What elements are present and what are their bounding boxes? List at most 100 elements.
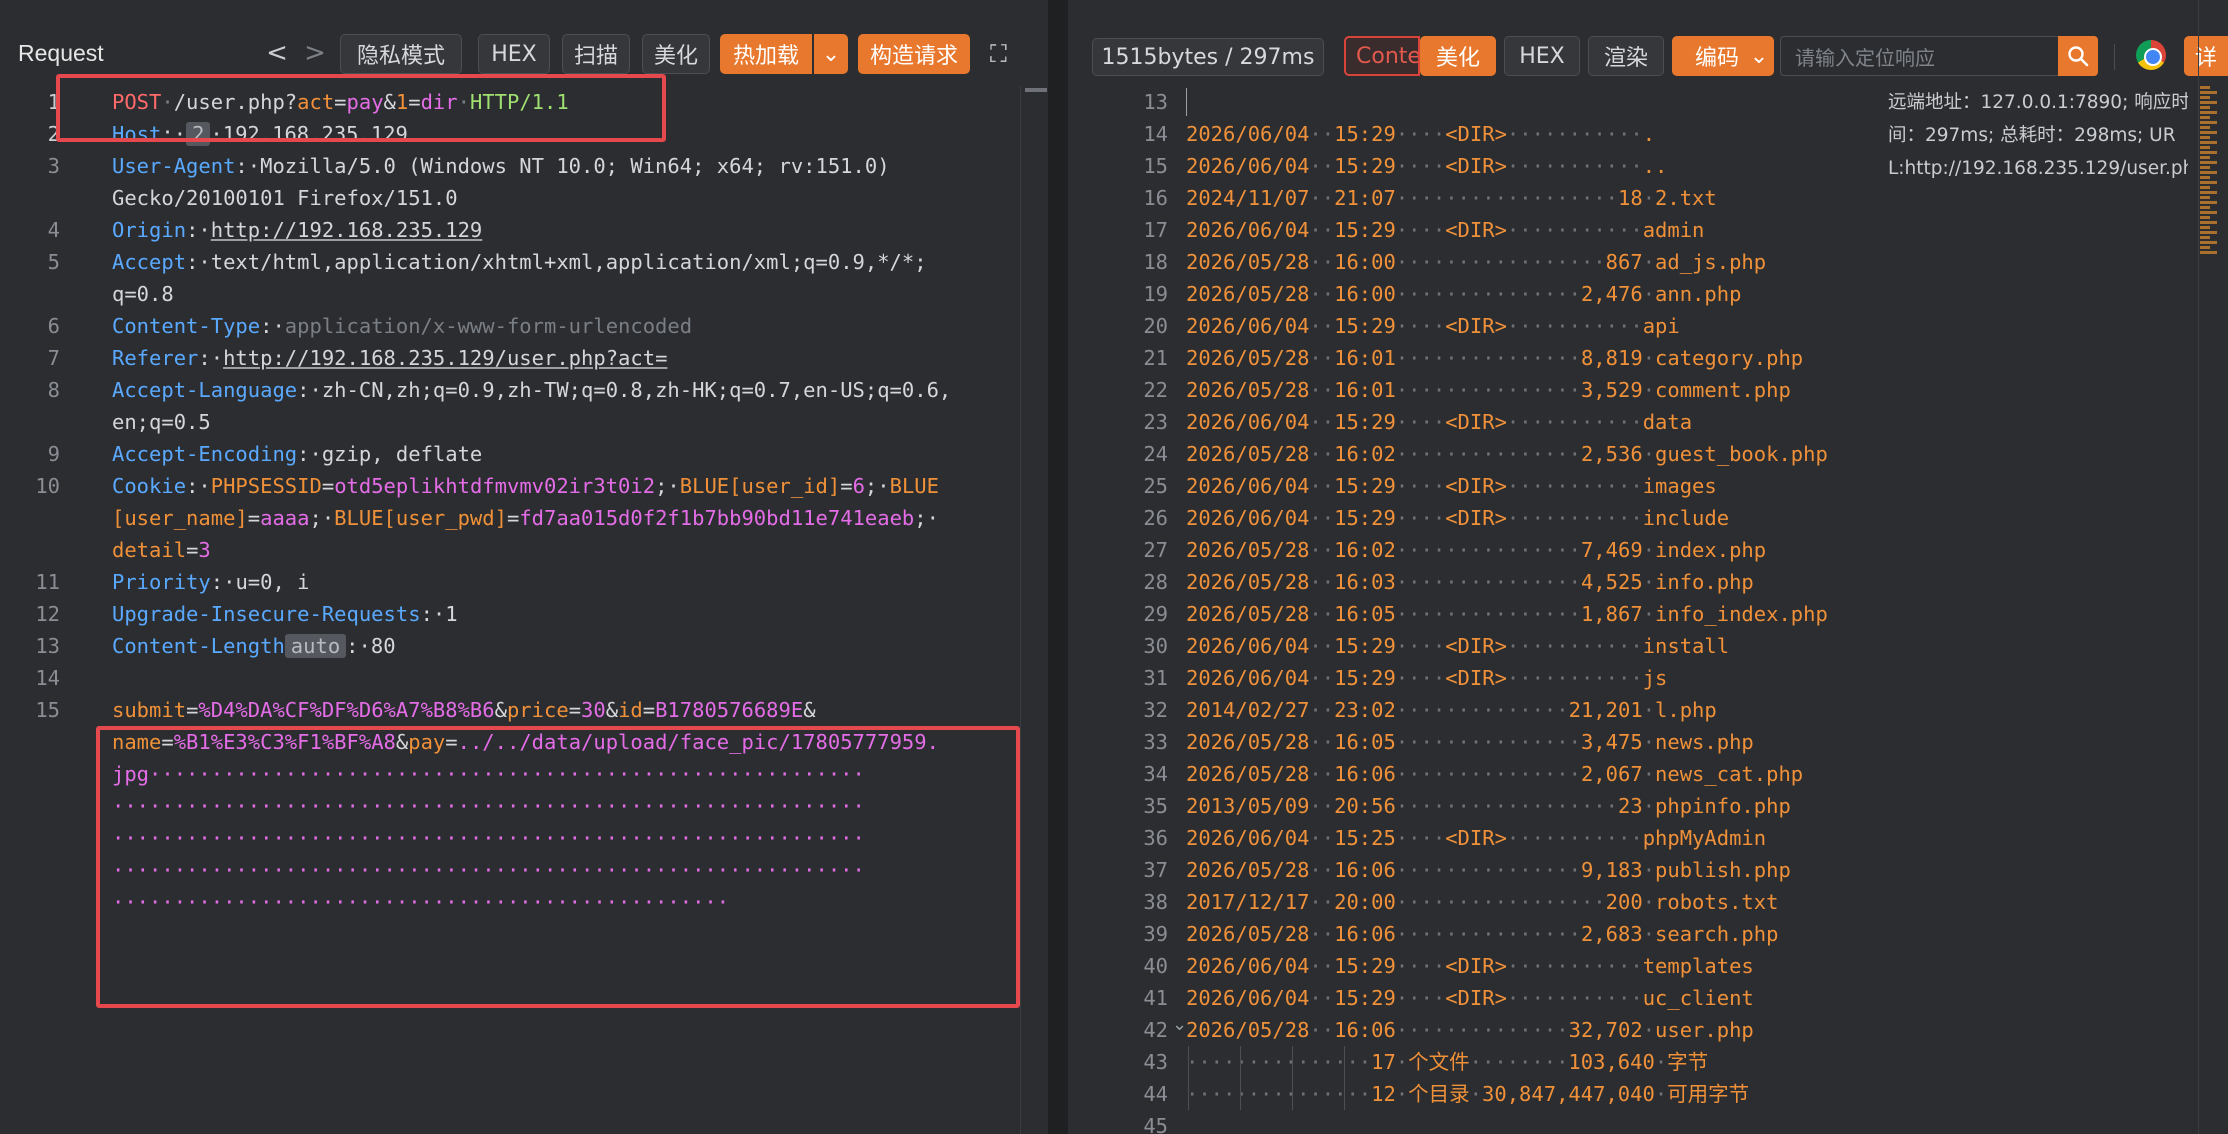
spacer: · bbox=[1630, 506, 1643, 530]
expand-icon[interactable]: ⛶ bbox=[990, 40, 1007, 68]
content-tab[interactable]: Conte bbox=[1344, 36, 1420, 76]
entry-size: 2,067 bbox=[1580, 762, 1643, 786]
header-line-accept: Accept:·text/html,application/xhtml+xml,… bbox=[112, 250, 927, 274]
ampersand: & bbox=[383, 90, 396, 114]
entry-name: admin bbox=[1642, 218, 1705, 242]
entry-date: 2026/06/04 bbox=[1186, 986, 1310, 1010]
encoding-dropdown-icon[interactable]: ⌄ bbox=[1744, 36, 1774, 76]
header-url-value[interactable]: http://192.168.235.129/user.php?act= bbox=[223, 346, 667, 370]
spacer: · bbox=[1654, 1082, 1668, 1106]
minimap-line bbox=[2200, 206, 2210, 209]
param-value: B1780576689E bbox=[655, 698, 804, 722]
dir-listing-row: 2026/06/04··15:29····<DIR>···········ins… bbox=[1186, 630, 1729, 662]
entry-time: 15:29 bbox=[1334, 986, 1396, 1010]
line-number: 1 bbox=[47, 90, 60, 114]
minimap-line bbox=[2200, 246, 2210, 249]
response-editor[interactable]: 13 14 15 16 17 18 19 20 21 22 23 24 25 26 27 28 29 30 31 32… bbox=[1068, 86, 2228, 1134]
private-mode-button[interactable]: 隐私模式 bbox=[340, 34, 462, 74]
param-key: 1 bbox=[395, 90, 409, 114]
request-scrollbar[interactable] bbox=[1020, 86, 1048, 1134]
spacer: ···· bbox=[1395, 634, 1446, 658]
scan-button[interactable]: 扫描 bbox=[562, 34, 630, 74]
entry-name: news_cat.php bbox=[1655, 762, 1804, 786]
entry-date: 2026/05/28 bbox=[1186, 858, 1310, 882]
line-number: 19 bbox=[1143, 282, 1168, 306]
header-name: Origin bbox=[112, 218, 187, 242]
chrome-browser-icon[interactable] bbox=[2136, 40, 2166, 70]
entry-size: 32,702 bbox=[1568, 1018, 1643, 1042]
fold-chevron-icon[interactable]: ⌄ bbox=[1172, 1014, 1187, 1035]
hot-load-button[interactable]: 热加载 bbox=[720, 34, 812, 74]
response-minimap[interactable] bbox=[2198, 86, 2226, 256]
header-line-continuation: q=0.8 bbox=[112, 278, 174, 310]
entry-time: 16:06 bbox=[1334, 858, 1396, 882]
dir-listing-row: 2026/06/04··15:29····<DIR>···········dat… bbox=[1186, 406, 1692, 438]
beautify-tab[interactable]: 美化 bbox=[1420, 36, 1496, 76]
spacer: ·········· bbox=[1506, 634, 1631, 658]
dir-listing-row: 2026/05/28··16:06··············32,702·us… bbox=[1186, 1014, 1754, 1046]
spacer: ·· bbox=[1309, 794, 1335, 818]
spacer: · bbox=[1642, 762, 1656, 786]
entry-date: 2024/11/07 bbox=[1186, 186, 1310, 210]
line-number: 29 bbox=[1143, 602, 1168, 626]
param-key: pay bbox=[408, 730, 446, 754]
header-name: Accept-Language bbox=[112, 378, 298, 402]
entry-date: 2026/05/28 bbox=[1186, 442, 1310, 466]
request-editor[interactable]: 1 2 3 4 5 6 7 8 9 10 11 12 13 14 15 POST… bbox=[0, 74, 1048, 1134]
entry-name: images bbox=[1642, 474, 1717, 498]
header-name: Referer bbox=[112, 346, 199, 370]
hex-button[interactable]: HEX bbox=[478, 34, 550, 74]
entry-dir-tag: <DIR> bbox=[1445, 474, 1507, 498]
entry-name: category.php bbox=[1655, 346, 1804, 370]
render-tab[interactable]: 渲染 bbox=[1588, 36, 1664, 76]
panel-splitter[interactable] bbox=[1048, 0, 1068, 1134]
entry-name: info_index.php bbox=[1655, 602, 1828, 626]
entry-size: 3,475 bbox=[1580, 730, 1643, 754]
entry-time: 16:00 bbox=[1334, 282, 1396, 306]
spacer: ·· bbox=[1309, 474, 1335, 498]
header-line-cookie: Cookie:·PHPSESSID=otd5eplikhtdfmvmv02ir3… bbox=[112, 474, 939, 498]
back-arrow-icon[interactable]: < bbox=[262, 36, 292, 70]
spacer: ···· bbox=[1395, 986, 1446, 1010]
encoding-button[interactable]: 编码 bbox=[1672, 36, 1744, 76]
info-url: L:http://192.168.235.129/user.ph... bbox=[1888, 158, 2188, 179]
minimap-line bbox=[2200, 176, 2210, 179]
spacer: · bbox=[1630, 314, 1643, 338]
forward-arrow-icon[interactable]: > bbox=[300, 36, 330, 70]
request-path: /user.php? bbox=[173, 90, 298, 114]
hex-tab[interactable]: HEX bbox=[1504, 36, 1580, 76]
param-value: 30 bbox=[581, 698, 606, 722]
spacer: · bbox=[1395, 1082, 1409, 1106]
minimap-line bbox=[2200, 111, 2217, 114]
spacer: · bbox=[1642, 698, 1656, 722]
header-url-value[interactable]: http://192.168.235.129 bbox=[211, 218, 483, 242]
spacer: ···· bbox=[1395, 122, 1446, 146]
header-line-priority: Priority:·u=0, i bbox=[112, 570, 310, 594]
response-panel: 1515bytes / 297ms Conte 美化 HEX 渲染 编码 ⌄ 请… bbox=[1068, 0, 2228, 1134]
line-number: 12 bbox=[35, 602, 60, 626]
line-number: 21 bbox=[1143, 346, 1168, 370]
hot-load-dropdown-icon[interactable]: ⌄ bbox=[814, 34, 848, 74]
line-number: 16 bbox=[1143, 186, 1168, 210]
cookie-value: 6 bbox=[852, 474, 865, 498]
spacer: ················· bbox=[1395, 250, 1606, 274]
minimap-line bbox=[2200, 151, 2217, 154]
param-value: pay bbox=[346, 90, 384, 114]
beautify-button[interactable]: 美化 bbox=[642, 34, 710, 74]
minimap-line bbox=[2200, 131, 2217, 134]
auto-badge[interactable]: auto bbox=[284, 634, 347, 658]
response-info-tooltip: 远端地址：127.0.0.1:7890; 响应时 间：297ms; 总耗时：29… bbox=[1888, 86, 2188, 186]
locate-response-input[interactable]: 请输入定位响应 bbox=[1780, 36, 2060, 76]
entry-time: 15:29 bbox=[1334, 122, 1396, 146]
search-icon[interactable] bbox=[2058, 36, 2098, 76]
spacer: ···· bbox=[1395, 410, 1446, 434]
spacer: ··············· bbox=[1395, 282, 1581, 306]
construct-request-button[interactable]: 构造请求 bbox=[858, 34, 970, 74]
entry-time: 21:07 bbox=[1334, 186, 1396, 210]
header-line-host: Host:· 2·192.168.235.129 bbox=[112, 122, 408, 146]
entry-time: 16:02 bbox=[1334, 538, 1396, 562]
entry-time: 16:03 bbox=[1334, 570, 1396, 594]
header-value: Mozilla/5.0 (Windows NT 10.0; Win64; x64… bbox=[260, 154, 890, 178]
entry-time: 16:01 bbox=[1334, 346, 1396, 370]
param-value: jpg bbox=[112, 762, 150, 786]
